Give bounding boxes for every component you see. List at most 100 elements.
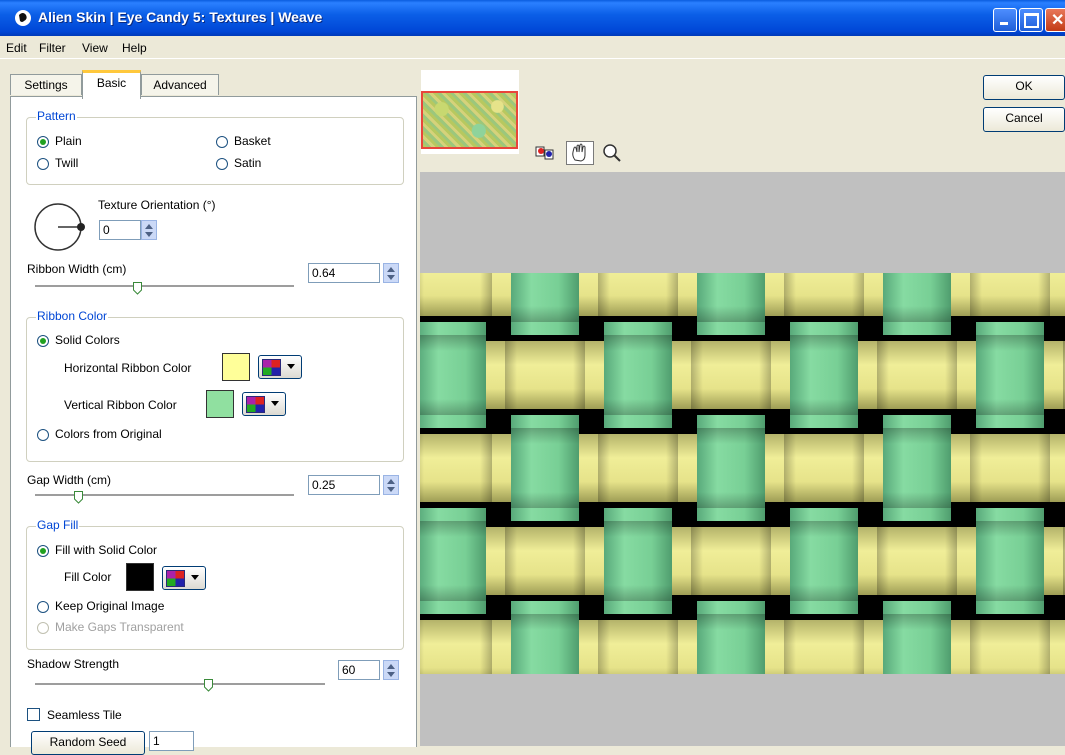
vertical-color-swatch[interactable] bbox=[206, 390, 234, 418]
horizontal-color-picker-button[interactable] bbox=[258, 355, 302, 379]
gap-fill-legend: Gap Fill bbox=[36, 518, 80, 532]
shadow-strength-input[interactable]: 60 bbox=[338, 660, 380, 680]
vertical-ribbon bbox=[790, 415, 858, 428]
shadow-strength-spinner[interactable] bbox=[383, 660, 399, 680]
seamless-tile-label: Seamless Tile bbox=[47, 708, 122, 722]
vertical-ribbon bbox=[511, 415, 579, 428]
pattern-satin-radio[interactable] bbox=[216, 158, 228, 170]
ribbon-shadow bbox=[697, 273, 765, 322]
ribbon-shadow bbox=[420, 434, 492, 502]
shadow-strength-thumb[interactable] bbox=[204, 679, 213, 692]
compare-tool-button[interactable] bbox=[533, 141, 557, 165]
cancel-button[interactable]: Cancel bbox=[983, 107, 1065, 132]
vertical-ribbon bbox=[420, 322, 486, 335]
color-grid-icon bbox=[166, 570, 185, 587]
ribbon-shadow bbox=[604, 521, 672, 601]
random-seed-input[interactable]: 1 bbox=[149, 731, 194, 751]
fill-color-swatch[interactable] bbox=[126, 563, 154, 591]
ribbon-shadow bbox=[877, 527, 957, 595]
vertical-ribbon bbox=[420, 601, 486, 614]
ribbon-shadow bbox=[976, 335, 1044, 415]
ribbon-width-label: Ribbon Width (cm) bbox=[27, 262, 127, 276]
ribbon-shadow bbox=[598, 434, 678, 502]
keep-original-radio[interactable] bbox=[37, 601, 49, 613]
tab-settings[interactable]: Settings bbox=[10, 74, 82, 95]
ribbon-width-slider[interactable] bbox=[35, 285, 294, 288]
vertical-ribbon bbox=[697, 601, 765, 614]
orientation-spinner[interactable] bbox=[141, 220, 157, 240]
gap-width-thumb[interactable] bbox=[74, 491, 83, 504]
minimize-button[interactable] bbox=[993, 8, 1017, 32]
close-icon: ✕ bbox=[1051, 12, 1065, 29]
solid-colors-label: Solid Colors bbox=[55, 333, 120, 347]
ribbon-shadow bbox=[883, 614, 951, 674]
seamless-tile-checkbox[interactable] bbox=[27, 708, 40, 721]
fill-solid-radio[interactable] bbox=[37, 545, 49, 557]
close-button[interactable]: ✕ bbox=[1045, 8, 1065, 32]
zoom-tool-button[interactable] bbox=[600, 141, 624, 165]
vertical-ribbon bbox=[511, 508, 579, 521]
orientation-label: Texture Orientation (°) bbox=[98, 198, 216, 212]
zoom-icon bbox=[603, 144, 621, 162]
orientation-dial[interactable] bbox=[32, 202, 96, 257]
ribbon-shadow bbox=[598, 620, 678, 674]
tab-advanced[interactable]: Advanced bbox=[141, 74, 219, 95]
ribbon-width-thumb[interactable] bbox=[133, 282, 142, 295]
vertical-ribbon bbox=[976, 601, 1044, 614]
solid-colors-radio[interactable] bbox=[37, 335, 49, 347]
random-seed-button[interactable]: Random Seed bbox=[31, 731, 145, 755]
color-grid-icon bbox=[246, 396, 265, 413]
shadow-strength-slider[interactable] bbox=[35, 683, 325, 686]
pattern-plain-label: Plain bbox=[55, 134, 82, 148]
maximize-button[interactable] bbox=[1019, 8, 1043, 32]
horizontal-color-label: Horizontal Ribbon Color bbox=[64, 361, 192, 375]
vertical-ribbon bbox=[604, 322, 672, 335]
minimize-icon bbox=[1000, 22, 1008, 25]
shadow-strength-label: Shadow Strength bbox=[27, 657, 120, 671]
gap-width-input[interactable]: 0.25 bbox=[308, 475, 380, 495]
color-grid-icon bbox=[262, 359, 281, 376]
tab-basic[interactable]: Basic bbox=[82, 70, 141, 99]
fill-color-picker-button[interactable] bbox=[162, 566, 206, 590]
ribbon-shadow bbox=[784, 620, 864, 674]
menu-help[interactable]: Help bbox=[122, 41, 147, 55]
ribbon-shadow bbox=[691, 527, 771, 595]
ribbon-shadow bbox=[883, 273, 951, 322]
pattern-group bbox=[26, 117, 404, 185]
gap-width-spinner[interactable] bbox=[383, 475, 399, 495]
colors-from-original-radio[interactable] bbox=[37, 429, 49, 441]
hand-icon bbox=[572, 143, 586, 162]
ribbon-shadow bbox=[790, 521, 858, 601]
menu-view[interactable]: View bbox=[82, 41, 108, 55]
menu-edit[interactable]: Edit bbox=[6, 41, 27, 55]
vertical-ribbon bbox=[976, 415, 1044, 428]
vertical-ribbon bbox=[976, 508, 1044, 521]
keep-original-label: Keep Original Image bbox=[55, 599, 165, 613]
ribbon-width-input[interactable]: 0.64 bbox=[308, 263, 380, 283]
vertical-color-label: Vertical Ribbon Color bbox=[64, 398, 177, 412]
ribbon-shadow bbox=[598, 273, 678, 316]
ribbon-width-spinner[interactable] bbox=[383, 263, 399, 283]
orientation-input[interactable]: 0 bbox=[99, 220, 141, 240]
vertical-ribbon bbox=[883, 508, 951, 521]
vertical-color-picker-button[interactable] bbox=[242, 392, 286, 416]
navigator-thumbnail[interactable] bbox=[421, 91, 518, 149]
vertical-ribbon bbox=[420, 508, 486, 521]
ribbon-shadow bbox=[784, 434, 864, 502]
vertical-ribbon bbox=[511, 601, 579, 614]
ribbon-shadow bbox=[511, 273, 579, 322]
vertical-ribbon bbox=[790, 322, 858, 335]
horizontal-ribbon bbox=[1044, 341, 1065, 409]
vertical-ribbon bbox=[790, 508, 858, 521]
app-icon bbox=[14, 9, 32, 27]
hand-tool-button[interactable] bbox=[566, 141, 594, 165]
pattern-plain-radio[interactable] bbox=[37, 136, 49, 148]
vertical-ribbon bbox=[420, 415, 486, 428]
horizontal-color-swatch[interactable] bbox=[222, 353, 250, 381]
ok-button[interactable]: OK bbox=[983, 75, 1065, 100]
pattern-basket-radio[interactable] bbox=[216, 136, 228, 148]
pattern-twill-radio[interactable] bbox=[37, 158, 49, 170]
chevron-down-icon bbox=[287, 364, 295, 369]
ribbon-shadow bbox=[505, 527, 585, 595]
menu-filter[interactable]: Filter bbox=[39, 41, 66, 55]
